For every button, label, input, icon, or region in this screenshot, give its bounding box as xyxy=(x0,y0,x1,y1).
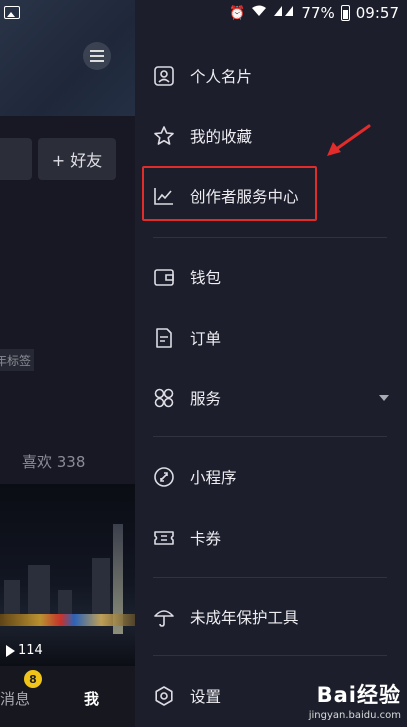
menu-item-mini-programs[interactable]: 小程序 xyxy=(135,449,407,505)
battery-icon xyxy=(340,5,350,21)
building-shape xyxy=(92,558,110,620)
play-count: 114 xyxy=(6,643,43,658)
menu-item-wallet[interactable]: 钱包 xyxy=(135,249,407,305)
divider xyxy=(153,237,387,238)
umbrella-icon xyxy=(153,606,175,628)
profile-background: + 好友 年标签 喜欢 338 114 消息 8 我 xyxy=(0,0,135,727)
bottom-nav: 消息 8 我 xyxy=(0,666,135,727)
divider xyxy=(153,577,387,578)
menu-item-coupons[interactable]: 卡券 xyxy=(135,510,407,566)
side-drawer: 个人名片 我的收藏 创作者服务中心 钱包 订单 服务 小程序 卡券 未成年保护工… xyxy=(135,0,407,727)
clock: 09:57 xyxy=(355,4,399,22)
divider xyxy=(153,655,387,656)
ticket-icon xyxy=(153,527,175,549)
document-icon xyxy=(153,327,175,349)
grid-flower-icon xyxy=(153,387,175,409)
add-friend-button[interactable]: + 好友 xyxy=(38,138,116,180)
likes-tab[interactable]: 喜欢 338 xyxy=(22,451,85,472)
chevron-down-icon xyxy=(379,395,389,401)
tag-chip[interactable]: 年标签 xyxy=(0,349,34,371)
pointer-arrow xyxy=(327,124,371,156)
alarm-icon: ⏰ xyxy=(229,5,246,21)
building-shape xyxy=(28,565,50,620)
nav-me[interactable]: 我 xyxy=(84,688,99,709)
video-thumbnail[interactable]: 114 xyxy=(0,484,135,666)
id-card-icon xyxy=(153,65,175,87)
status-bar: ⏰ 77% 09:57 xyxy=(0,0,407,28)
divider xyxy=(153,436,387,437)
image-notification-icon xyxy=(4,6,20,19)
link-icon xyxy=(153,466,175,488)
wifi-icon xyxy=(251,5,267,21)
menu-item-orders[interactable]: 订单 xyxy=(135,310,407,366)
messages-badge: 8 xyxy=(24,670,42,688)
menu-item-services[interactable]: 服务 xyxy=(135,370,407,426)
menu-item-minor-protection[interactable]: 未成年保护工具 xyxy=(135,589,407,645)
city-lights xyxy=(0,614,135,626)
menu-item-business-card[interactable]: 个人名片 xyxy=(135,48,407,104)
edit-profile-button[interactable] xyxy=(0,138,32,180)
baidu-jingyan-watermark: Bai经验 jingyan.baidu.com xyxy=(308,683,401,721)
highlight-box xyxy=(142,166,317,221)
gear-icon xyxy=(153,685,175,707)
nav-messages[interactable]: 消息 xyxy=(0,688,30,709)
play-icon xyxy=(6,644,15,657)
star-icon xyxy=(153,125,175,147)
wallet-icon xyxy=(153,266,175,288)
signal-icon xyxy=(273,5,295,21)
battery-percent: 77% xyxy=(301,4,335,22)
hamburger-menu-button[interactable] xyxy=(83,42,111,70)
